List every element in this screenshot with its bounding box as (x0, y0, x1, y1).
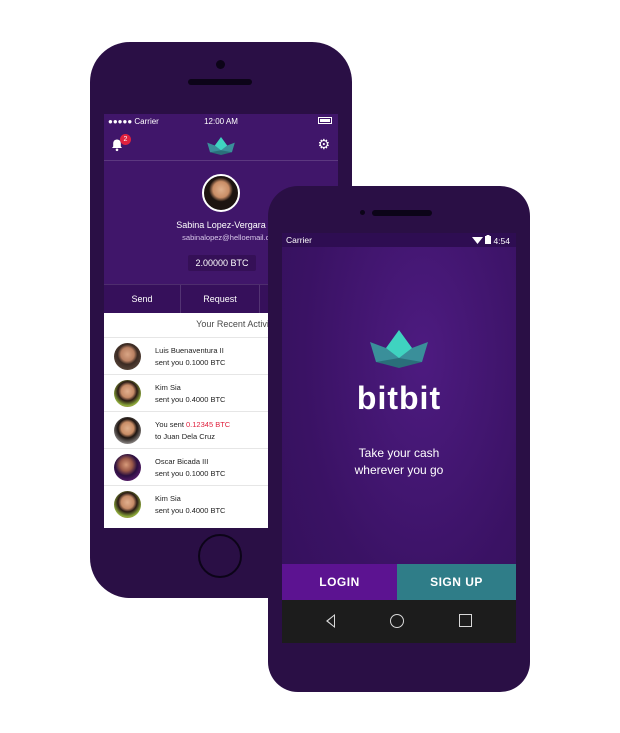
activity-name: Kim Sia (155, 383, 181, 392)
status-right: 4:54 (471, 235, 510, 246)
tagline-line: Take your cash (358, 446, 440, 460)
carrier-label: Carrier (286, 235, 312, 245)
avatar (114, 491, 141, 518)
login-button[interactable]: LOGIN (282, 564, 397, 600)
home-icon[interactable] (390, 614, 404, 628)
android-screen: Carrier 4:54 bitbit Take your cash where… (282, 233, 516, 643)
ios-status-bar: ●●●●● Carrier 12:00 AM (104, 114, 338, 128)
avatar (114, 343, 141, 370)
activity-desc: sent you 0.1000 BTC (155, 469, 226, 478)
android-status-bar: Carrier 4:54 (282, 233, 516, 247)
battery-icon (318, 117, 332, 124)
tagline: Take your cash wherever you go (282, 445, 516, 479)
activity-name: Kim Sia (155, 494, 181, 503)
tagline-line: wherever you go (354, 463, 444, 477)
avatar (114, 454, 141, 481)
battery-icon (485, 235, 492, 244)
activity-desc: to Juan Dela Cruz (155, 432, 216, 441)
avatar[interactable] (202, 174, 240, 212)
request-button[interactable]: Request (181, 285, 260, 313)
speaker (188, 79, 252, 85)
recents-icon[interactable] (459, 614, 472, 627)
wifi-icon (471, 237, 483, 244)
balance-display: 2.00000 BTC (188, 255, 256, 271)
avatar (114, 380, 141, 407)
avatar (114, 417, 141, 444)
bitbit-logo (370, 330, 428, 368)
bitbit-logo-small (207, 136, 235, 156)
speaker (372, 210, 432, 216)
android-nav-bar (282, 600, 516, 643)
brand-name: bitbit (356, 380, 442, 416)
status-time: 4:54 (493, 236, 510, 246)
activity-name: Luis Buenaventura II (155, 346, 224, 355)
signup-button[interactable]: SIGN UP (397, 564, 516, 600)
send-button[interactable]: Send (104, 285, 181, 313)
activity-name: Oscar Bicada III (155, 457, 209, 466)
activity-name: You sent 0.12345 BTC (155, 420, 231, 429)
android-device: Carrier 4:54 bitbit Take your cash where… (268, 186, 530, 692)
camera (216, 60, 225, 69)
back-icon[interactable] (326, 614, 335, 628)
activity-desc: sent you 0.4000 BTC (155, 506, 226, 515)
notification-badge: 2 (120, 134, 131, 145)
activity-desc: sent you 0.1000 BTC (155, 358, 226, 367)
gear-icon[interactable]: ⚙ (317, 137, 330, 151)
home-button[interactable] (198, 534, 242, 578)
activity-desc: sent you 0.4000 BTC (155, 395, 226, 404)
status-time: 12:00 AM (204, 117, 238, 126)
top-nav: 2 ⚙ (104, 130, 338, 161)
camera (360, 210, 365, 215)
